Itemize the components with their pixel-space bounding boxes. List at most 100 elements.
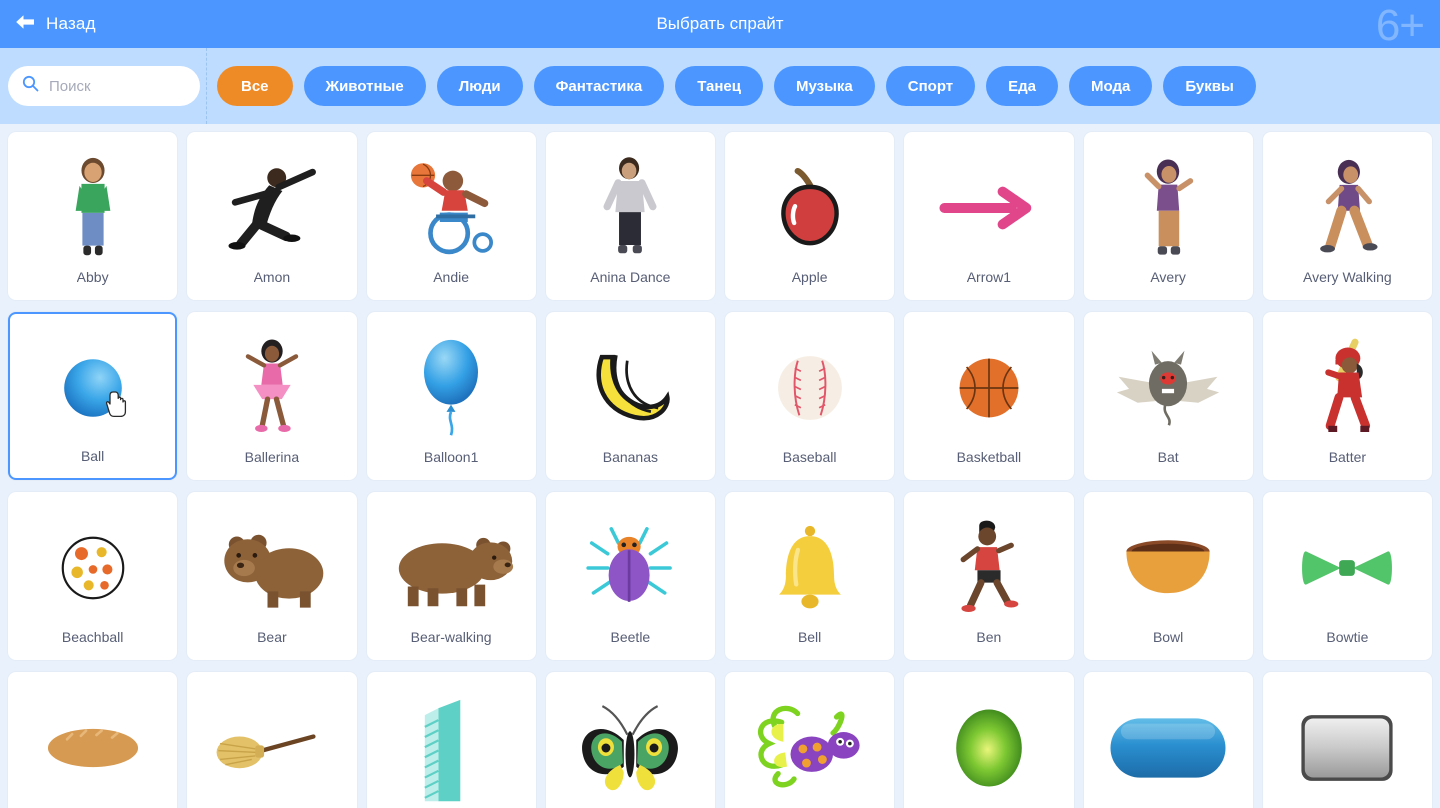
wheelchair-basketball-icon <box>374 147 529 269</box>
filter-pill-letters[interactable]: Буквы <box>1163 66 1256 106</box>
sprite-card[interactable]: Basketball <box>904 312 1074 480</box>
filter-pill-sports[interactable]: Спорт <box>885 66 976 106</box>
filter-pill-music[interactable]: Музыка <box>774 66 875 106</box>
girl-walking-icon <box>1270 147 1425 269</box>
sprite-card[interactable]: Bear <box>187 492 357 660</box>
gray-button-icon <box>1270 687 1425 808</box>
basketball-icon <box>911 327 1066 449</box>
blue-ball-icon <box>16 328 169 448</box>
sprite-card[interactable]: Avery <box>1083 132 1253 300</box>
sprite-label: Arrow1 <box>966 269 1012 285</box>
sprite-card[interactable]: Balloon1 <box>366 312 536 480</box>
filter-pill-fantasy[interactable]: Фантастика <box>533 66 665 106</box>
sprite-card[interactable]: Button2 <box>1083 672 1253 808</box>
sprite-label: Bear <box>257 629 287 645</box>
butterfly2-icon <box>732 687 887 808</box>
butterfly1-icon <box>553 687 708 808</box>
sprite-card[interactable]: Bread <box>8 672 178 808</box>
category-filter-list: Все Животные Люди Фантастика Танец Музык… <box>213 66 1440 106</box>
sprite-card[interactable]: Apple <box>725 132 895 300</box>
beachball-icon <box>15 507 170 629</box>
sprite-card[interactable]: Ballerina <box>187 312 357 480</box>
boy-running-icon <box>911 507 1066 629</box>
bread-icon <box>15 687 170 808</box>
sprite-card[interactable]: Anina Dance <box>545 132 715 300</box>
person-dancing-icon <box>553 147 708 269</box>
sprite-label: Anina Dance <box>590 269 671 285</box>
sprite-card[interactable]: Bowl <box>1083 492 1253 660</box>
filter-pill-dance[interactable]: Танец <box>675 66 763 106</box>
search-input[interactable] <box>49 77 186 95</box>
sprite-card[interactable]: Arrow1 <box>904 132 1074 300</box>
apple-icon <box>732 147 887 269</box>
sprite-label: Beachball <box>61 629 124 645</box>
filter-pill-animals[interactable]: Животные <box>303 66 426 106</box>
bowl-icon <box>1091 507 1246 629</box>
sprite-card[interactable]: Bear-walking <box>366 492 536 660</box>
girl-standing-icon <box>15 147 170 269</box>
search-box[interactable] <box>8 66 200 106</box>
sprite-card[interactable]: Bananas <box>545 312 715 480</box>
sprite-card[interactable]: Baseball <box>725 312 895 480</box>
arrow-left-icon <box>14 14 36 35</box>
sprite-label: Basketball <box>956 449 1022 465</box>
sprite-label: Ballerina <box>244 449 300 465</box>
blue-button-icon <box>1091 687 1246 808</box>
sprite-label: Balloon1 <box>423 449 479 465</box>
bear-walking-icon <box>374 507 529 629</box>
balloon-icon <box>374 327 529 449</box>
sprite-label: Beetle <box>610 629 651 645</box>
sprite-card[interactable]: Bowtie <box>1262 492 1432 660</box>
sprite-label: Amon <box>253 269 291 285</box>
sprite-card[interactable]: Buildings <box>366 672 536 808</box>
broom-icon <box>194 687 349 808</box>
search-icon <box>22 75 39 97</box>
sprite-label: Bear-walking <box>410 629 492 645</box>
sprite-label: Avery <box>1150 269 1186 285</box>
beetle-icon <box>553 507 708 629</box>
page-title: Выбрать спрайт <box>656 14 784 33</box>
sprite-label: Ball <box>80 448 105 464</box>
back-button[interactable]: Назад <box>0 0 96 48</box>
sprite-card[interactable]: Beetle <box>545 492 715 660</box>
sprite-card[interactable]: Butterfly 2 <box>725 672 895 808</box>
sprite-label: Bowtie <box>1326 629 1369 645</box>
sprite-card[interactable]: Button1 <box>904 672 1074 808</box>
filter-pill-food[interactable]: Еда <box>986 66 1059 106</box>
sprite-card[interactable]: Avery Walking <box>1262 132 1432 300</box>
sprite-card[interactable]: Bat <box>1083 312 1253 480</box>
sprite-card[interactable]: Abby <box>8 132 178 300</box>
sprite-label: Batter <box>1328 449 1367 465</box>
filter-pill-all[interactable]: Все <box>217 66 293 106</box>
bear-icon <box>194 507 349 629</box>
filter-bar: Все Животные Люди Фантастика Танец Музык… <box>0 48 1440 124</box>
bananas-icon <box>553 327 708 449</box>
bell-icon <box>732 507 887 629</box>
filter-pill-fashion[interactable]: Мода <box>1069 66 1153 106</box>
baseball-icon <box>732 327 887 449</box>
sprite-label: Apple <box>791 269 828 285</box>
sprite-card[interactable]: Bell <box>725 492 895 660</box>
sprite-label: Bananas <box>602 449 659 465</box>
filter-pill-people[interactable]: Люди <box>436 66 523 106</box>
sprite-card[interactable]: Ball <box>8 312 178 480</box>
batter-icon <box>1270 327 1425 449</box>
sprite-card[interactable]: Beachball <box>8 492 178 660</box>
sprite-grid: Abby Amon Andie Anina Dance Apple Arrow1 <box>0 124 1440 808</box>
sprite-label: Avery Walking <box>1303 269 1392 285</box>
sprite-label: Abby <box>76 269 109 285</box>
buildings-icon <box>374 687 529 808</box>
arrow-right-icon <box>911 147 1066 269</box>
sprite-card[interactable]: Amon <box>187 132 357 300</box>
girl-waving-icon <box>1091 147 1246 269</box>
sprite-label: Ben <box>976 629 1002 645</box>
sprite-card[interactable]: Butterfly 1 <box>545 672 715 808</box>
sprite-card[interactable]: Andie <box>366 132 536 300</box>
sprite-card[interactable]: Ben <box>904 492 1074 660</box>
sprite-card[interactable]: Batter <box>1262 312 1432 480</box>
sprite-label: Bat <box>1157 449 1179 465</box>
sprite-card[interactable]: Broom <box>187 672 357 808</box>
page-header: Назад Выбрать спрайт 6+ <box>0 0 1440 48</box>
sprite-card[interactable]: Button3 <box>1262 672 1432 808</box>
sprite-label: Bowl <box>1152 629 1184 645</box>
